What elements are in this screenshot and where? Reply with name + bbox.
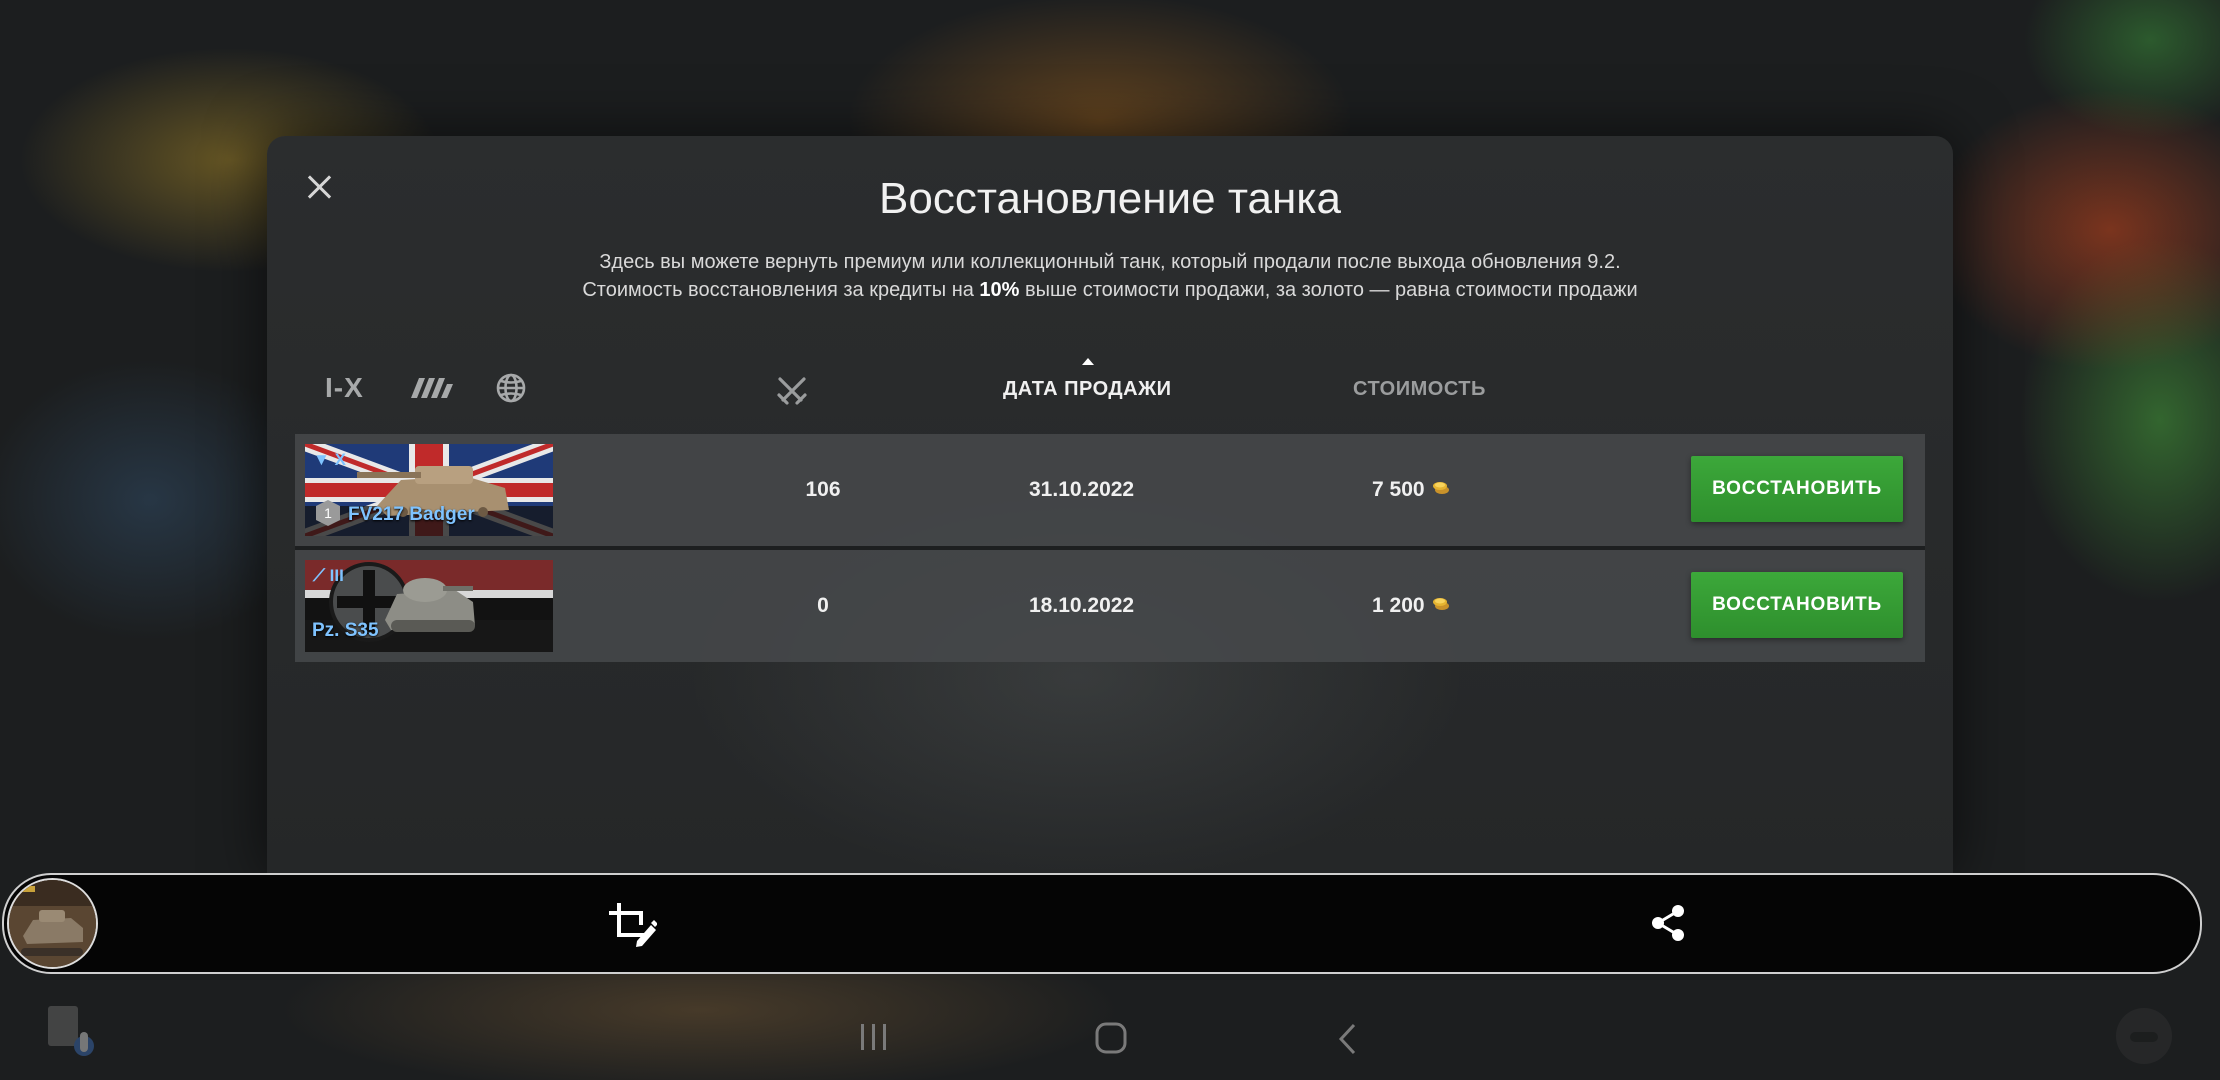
dialog-title: Восстановление танка <box>879 174 1341 223</box>
sale-date-column-header[interactable]: ДАТА ПРОДАЖИ <box>1003 378 1172 401</box>
tier-value: III <box>329 566 344 585</box>
description-text: Стоимость восстановления за кредиты на <box>582 279 980 301</box>
table-header: I-X ДАТА ПРОДАЖИ СТОИМОСТЬ <box>267 358 1953 413</box>
screenshot-toolbar <box>2 873 2202 974</box>
game-tools-icon[interactable] <box>2112 1004 2176 1068</box>
restore-button[interactable]: ВОССТАНОВИТЬ <box>1691 572 1903 638</box>
mastery-badge-icon: 1 <box>316 500 340 526</box>
cost-amount: 1 200 <box>1372 594 1425 617</box>
share-icon[interactable] <box>1648 903 1688 943</box>
description-line-1: Здесь вы можете вернуть премиум или колл… <box>599 251 1621 273</box>
cost-value: 7 500 <box>1372 478 1451 502</box>
sale-date: 31.10.2022 <box>1029 478 1135 501</box>
screenshot-preview-thumbnail[interactable] <box>7 878 98 969</box>
sort-ascending-icon <box>1082 358 1094 365</box>
tier-value: X <box>334 450 346 469</box>
system-navigation-bar <box>0 980 2220 1080</box>
cost-amount: 7 500 <box>1372 478 1425 501</box>
restore-button[interactable]: ВОССТАНОВИТЬ <box>1691 456 1903 522</box>
tier-label: ▼ X <box>313 450 346 469</box>
cost-column-header[interactable]: СТОИМОСТЬ <box>1353 378 1486 401</box>
crossed-swords-icon[interactable] <box>775 374 809 413</box>
tank-thumbnail: ▼ X 1 FV217 Badger <box>305 444 553 536</box>
back-icon[interactable] <box>1336 1022 1360 1056</box>
tier-label: ⟋ III <box>313 566 344 585</box>
gold-coins-icon <box>1431 594 1451 618</box>
tank-name: FV217 Badger <box>348 504 475 525</box>
battles-count: 0 <box>817 594 829 617</box>
tank-thumbnail: ⟋ III Pz. S35 <box>305 560 553 652</box>
cost-value: 1 200 <box>1372 594 1451 618</box>
vehicle-type-icon[interactable] <box>409 376 455 405</box>
sale-date: 18.10.2022 <box>1029 594 1135 617</box>
battles-count: 106 <box>805 478 841 501</box>
dialog-description: Здесь вы можете вернуть премиум или колл… <box>267 248 1953 304</box>
restore-tank-dialog: Восстановление танка Здесь вы можете вер… <box>267 136 1953 876</box>
screen-touch-icon[interactable] <box>44 1002 104 1062</box>
home-icon[interactable] <box>1095 1022 1127 1054</box>
tier-filter[interactable]: I-X <box>325 372 364 404</box>
description-line-2: Стоимость восстановления за кредиты на 1… <box>267 276 1953 304</box>
description-text: выше стоимости продажи, за золото — равн… <box>1019 279 1638 301</box>
description-percent: 10% <box>979 279 1020 301</box>
globe-icon[interactable] <box>495 372 527 409</box>
tank-name: Pz. S35 <box>312 620 379 641</box>
crop-edit-icon[interactable] <box>607 901 658 947</box>
svg-text:1: 1 <box>324 505 332 521</box>
table-row[interactable]: ▼ X 1 FV217 Badger 106 31.10.2022 7 500 … <box>295 434 1925 546</box>
table-row[interactable]: ⟋ III Pz. S35 0 18.10.2022 1 200 ВОССТАН… <box>295 550 1925 662</box>
gold-coins-icon <box>1431 478 1451 502</box>
recents-icon[interactable] <box>858 1024 890 1050</box>
